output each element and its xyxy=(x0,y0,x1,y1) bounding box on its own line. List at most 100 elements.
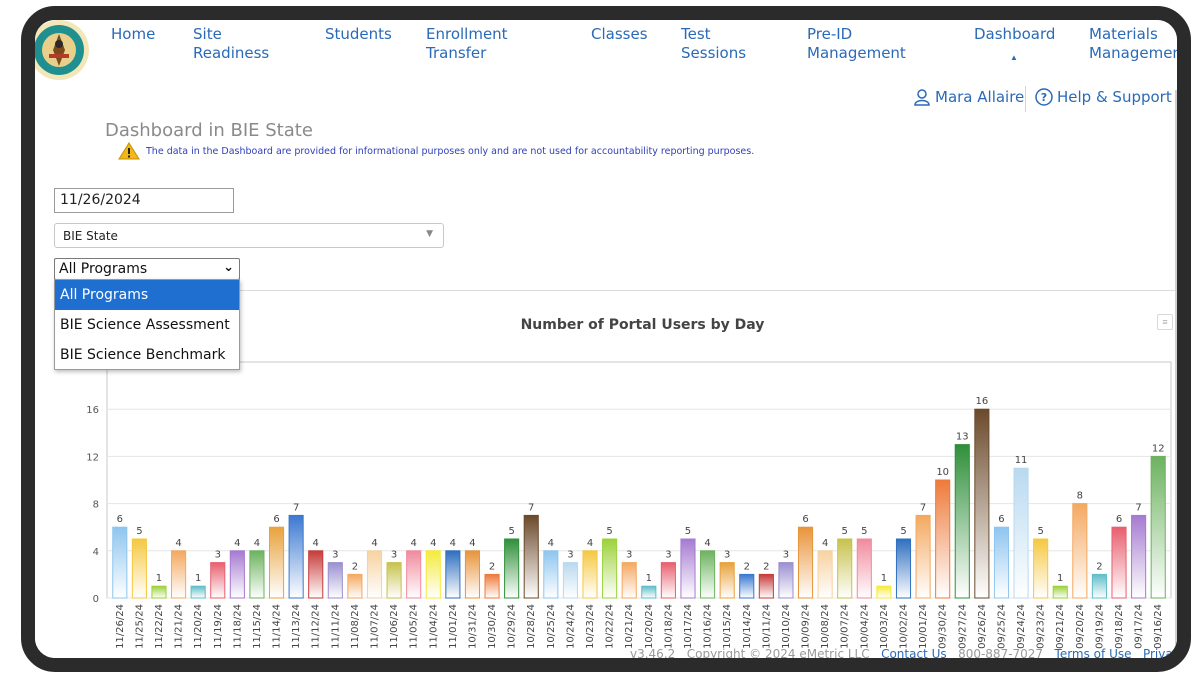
x-tick-label: 11/08/24 xyxy=(350,604,361,649)
terms-of-use-link[interactable]: Terms of Use xyxy=(1055,647,1132,658)
x-tick-label: 09/23/24 xyxy=(1036,604,1047,649)
bar xyxy=(366,550,383,599)
help-support-link[interactable]: ? Help & Support xyxy=(1035,88,1172,106)
nav-site-readiness[interactable]: Site Readiness xyxy=(193,25,269,63)
x-tick-label: 09/27/24 xyxy=(957,604,968,649)
bar xyxy=(249,550,265,599)
portal-users-chart: 0481216611/26/24511/25/24111/22/24411/21… xyxy=(86,361,1172,649)
program-dropdown-list: All Programs BIE Science Assessment BIE … xyxy=(54,279,240,370)
privacy-link[interactable]: Privacy xyxy=(1143,647,1177,658)
bar-value-label: 6 xyxy=(1116,514,1122,525)
x-tick-label: 11/22/24 xyxy=(154,604,165,649)
program-select[interactable]: All Programs ⌄ xyxy=(54,258,240,280)
nav-materials-management[interactable]: Materials Management xyxy=(1089,25,1177,63)
x-tick-label: 09/24/24 xyxy=(1016,604,1027,649)
bar-value-label: 4 xyxy=(704,538,710,549)
bar xyxy=(758,573,774,599)
bar xyxy=(210,562,226,599)
bar-value-label: 4 xyxy=(175,538,181,549)
bar-value-label: 4 xyxy=(254,538,260,549)
warning-triangle-icon xyxy=(118,142,140,160)
bar xyxy=(347,573,363,599)
bar xyxy=(1033,538,1049,599)
user-name: Mara Allaire xyxy=(935,88,1025,106)
program-option[interactable]: BIE Science Assessment xyxy=(55,310,239,340)
bar xyxy=(484,573,500,599)
bar xyxy=(974,408,990,599)
x-tick-label: 11/13/24 xyxy=(291,604,302,649)
bar xyxy=(543,550,559,599)
bar-value-label: 3 xyxy=(626,550,632,561)
bar xyxy=(1091,573,1107,599)
bar-value-label: 4 xyxy=(234,538,240,549)
bar xyxy=(327,562,343,599)
bar-value-label: 10 xyxy=(936,467,949,478)
nav-pre-id-management[interactable]: Pre-ID Management xyxy=(807,25,906,63)
nav-classes[interactable]: Classes xyxy=(591,25,648,44)
bar xyxy=(386,562,402,599)
x-tick-label: 09/26/24 xyxy=(977,604,988,649)
bar xyxy=(288,514,304,599)
bar-value-label: 3 xyxy=(391,550,397,561)
section-divider xyxy=(240,290,1175,291)
bar-value-label: 2 xyxy=(489,561,495,572)
footer-version: v3.46.2 xyxy=(630,647,676,658)
bar xyxy=(621,562,637,599)
bar xyxy=(171,550,187,599)
contact-us-link[interactable]: Contact Us xyxy=(881,647,947,658)
bar-value-label: 4 xyxy=(313,538,319,549)
user-menu[interactable]: Mara Allaire xyxy=(913,88,1024,106)
x-tick-label: 11/26/24 xyxy=(115,604,126,649)
program-option[interactable]: BIE Science Benchmark xyxy=(55,340,239,370)
footer-phone: 800-887-7027 xyxy=(958,647,1044,658)
bar-value-label: 6 xyxy=(117,514,123,525)
x-tick-label: 10/31/24 xyxy=(467,604,478,649)
bar-value-label: 1 xyxy=(156,573,162,584)
x-tick-label: 10/16/24 xyxy=(703,604,714,649)
x-tick-label: 09/18/24 xyxy=(1114,604,1125,649)
bar xyxy=(1150,455,1166,599)
bar xyxy=(151,585,167,599)
x-tick-label: 09/21/24 xyxy=(1055,604,1066,649)
x-tick-label: 10/08/24 xyxy=(820,604,831,649)
x-tick-label: 11/25/24 xyxy=(134,604,145,649)
x-tick-label: 09/19/24 xyxy=(1094,604,1105,649)
x-tick-label: 11/21/24 xyxy=(174,604,185,649)
nav-enrollment-transfer[interactable]: Enrollment Transfer xyxy=(426,25,508,63)
footer: v3.46.2 Copyright © 2024 eMetric LLC Con… xyxy=(630,647,1177,658)
bar xyxy=(464,550,481,599)
x-tick-label: 10/03/24 xyxy=(879,604,890,649)
chart-menu-icon[interactable]: ≡ xyxy=(1157,314,1173,330)
date-input[interactable]: 11/26/2024 xyxy=(54,188,234,213)
footer-copyright: Copyright © 2024 eMetric LLC xyxy=(686,647,870,658)
bar xyxy=(562,562,578,599)
x-tick-label: 10/22/24 xyxy=(605,604,616,649)
bar-value-label: 4 xyxy=(410,538,416,549)
y-tick-label: 4 xyxy=(93,547,99,558)
x-tick-label: 10/09/24 xyxy=(801,604,812,649)
y-tick-label: 12 xyxy=(86,452,99,463)
page-edge-line xyxy=(1175,90,1177,658)
bar xyxy=(1131,514,1147,599)
bar-value-label: 7 xyxy=(293,502,299,513)
nav-students[interactable]: Students xyxy=(325,25,392,44)
nav-test-sessions[interactable]: Test Sessions xyxy=(681,25,746,63)
device-frame: Home Site Readiness Students Enrollment … xyxy=(21,6,1191,672)
x-tick-label: 10/24/24 xyxy=(565,604,576,649)
x-tick-label: 11/11/24 xyxy=(330,604,341,649)
bar-value-label: 2 xyxy=(352,561,358,572)
x-tick-label: 11/15/24 xyxy=(252,604,263,649)
program-option[interactable]: All Programs xyxy=(55,280,239,310)
x-tick-label: 09/20/24 xyxy=(1075,604,1086,649)
x-tick-label: 11/01/24 xyxy=(448,604,459,649)
page-title: Dashboard in BIE State xyxy=(105,120,313,141)
bar xyxy=(895,538,912,599)
x-tick-label: 10/17/24 xyxy=(683,604,694,649)
state-select[interactable]: BIE State ▼ xyxy=(54,223,444,248)
x-tick-label: 10/07/24 xyxy=(840,604,851,649)
bar xyxy=(229,550,245,599)
nav-dashboard[interactable]: Dashboard xyxy=(974,25,1055,44)
nav-home[interactable]: Home xyxy=(111,25,155,44)
bar-value-label: 5 xyxy=(842,526,848,537)
x-tick-label: 10/21/24 xyxy=(624,604,635,649)
